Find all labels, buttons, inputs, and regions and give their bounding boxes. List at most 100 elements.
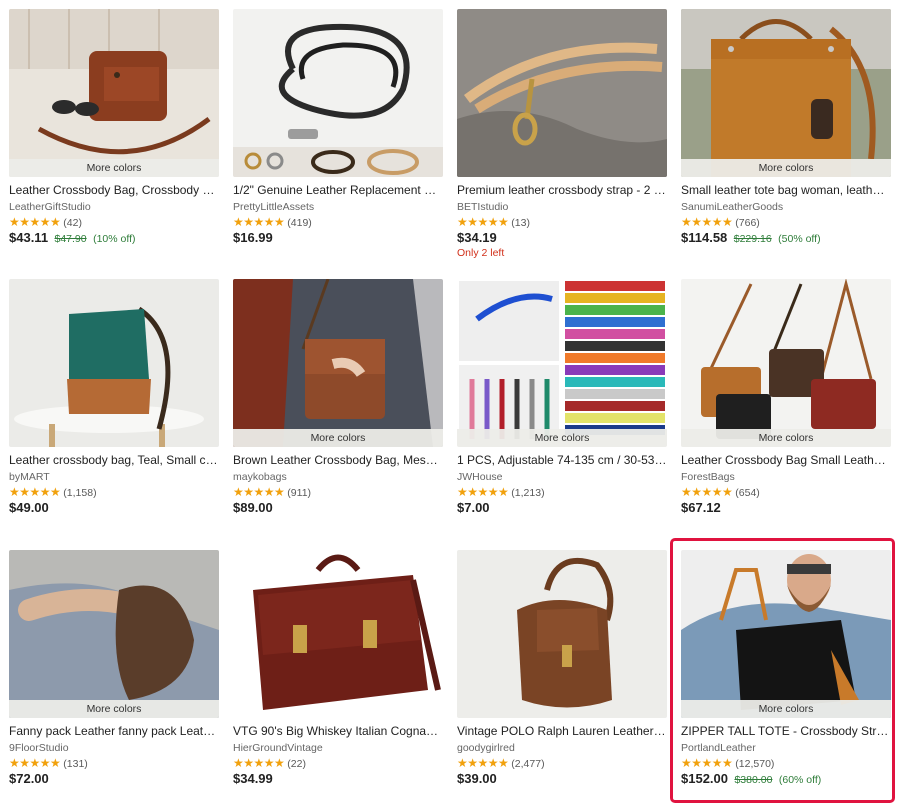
star-rating-icon: ★★★★★ (233, 485, 285, 499)
listing-card[interactable]: More colors Leather Crossbody Bag, Cross… (9, 9, 219, 246)
listing-image[interactable]: More colors (681, 279, 891, 447)
star-rating-icon: ★★★★★ (233, 756, 285, 770)
listing-image[interactable] (9, 279, 219, 447)
listing-title[interactable]: Premium leather crossbody strap - 2 si..… (457, 183, 667, 198)
discount-label: (10% off) (93, 233, 136, 245)
listing-card[interactable]: 1/2" Genuine Leather Replacement Str... … (233, 9, 443, 246)
shop-name: byMART (9, 471, 50, 483)
review-count: (131) (63, 758, 88, 770)
rating-row: ★★★★★ (12,570) (681, 756, 891, 770)
rating-row: ★★★★★ (1,158) (9, 485, 219, 499)
star-rating-icon: ★★★★★ (457, 756, 509, 770)
review-count: (2,477) (511, 758, 545, 770)
listing-image[interactable]: More colors (681, 9, 891, 177)
shop-name: HierGroundVintage (233, 742, 323, 754)
shop-name: ForestBags (681, 471, 735, 483)
price-row: $34.19 (457, 230, 667, 246)
listing-title[interactable]: Small leather tote bag woman, leather ..… (681, 183, 891, 198)
original-price: $380.00 (734, 774, 773, 786)
star-rating-icon: ★★★★★ (681, 485, 733, 499)
listing-image[interactable] (457, 9, 667, 177)
listing-card[interactable]: VTG 90's Big Whiskey Italian Cognac L...… (233, 550, 443, 787)
review-count: (766) (735, 217, 760, 229)
sale-price: $43.11 (9, 230, 49, 245)
listing-image[interactable]: More colors (9, 9, 219, 177)
listing-title[interactable]: Fanny pack Leather fanny pack Leathe... (9, 724, 219, 739)
listing-image[interactable]: More colors (457, 279, 667, 447)
listing-image[interactable]: More colors (233, 279, 443, 447)
listing-title[interactable]: Leather Crossbody Bag Small Leather ... (681, 453, 891, 468)
shop-name: PrettyLittleAssets (233, 201, 315, 213)
shop-name: BETIstudio (457, 201, 509, 213)
listing-card[interactable]: More colors 1 PCS, Adjustable 74-135 cm … (457, 279, 667, 516)
listing-image[interactable] (457, 550, 667, 718)
strap-collage-photo (457, 279, 667, 447)
listing-card[interactable]: More colors Small leather tote bag woman… (681, 9, 891, 246)
star-rating-icon: ★★★★★ (233, 215, 285, 229)
shop-name: SanumiLeatherGoods (681, 201, 784, 213)
bag-photo (233, 279, 443, 447)
sale-price: $89.00 (233, 500, 273, 515)
sale-price: $72.00 (9, 771, 49, 786)
price-row: $16.99 (233, 230, 443, 246)
listing-image[interactable]: More colors (9, 550, 219, 718)
listing-title[interactable]: ZIPPER TALL TOTE - Crossbody Strap - ... (681, 724, 891, 739)
review-count: (911) (287, 487, 312, 499)
listing-card[interactable]: More colors Leather Crossbody Bag Small … (681, 279, 891, 516)
shop-name: PortlandLeather (681, 742, 756, 754)
listing-card[interactable]: More colors Fanny pack Leather fanny pac… (9, 550, 219, 787)
stock-warning: Only 2 left (457, 247, 505, 259)
rating-row: ★★★★★ (2,477) (457, 756, 667, 770)
more-colors-label: More colors (9, 159, 219, 177)
more-colors-label: More colors (457, 429, 667, 447)
review-count: (42) (63, 217, 82, 229)
messenger-bag-photo (233, 550, 443, 718)
sale-price: $49.00 (9, 500, 49, 515)
rating-row: ★★★★★ (1,213) (457, 485, 667, 499)
listing-title[interactable]: VTG 90's Big Whiskey Italian Cognac L... (233, 724, 443, 739)
star-rating-icon: ★★★★★ (681, 756, 733, 770)
more-colors-label: More colors (9, 700, 219, 718)
listing-title[interactable]: Leather Crossbody Bag, Crossbody Ba... (9, 183, 219, 198)
listing-image[interactable] (233, 9, 443, 177)
listing-title[interactable]: Brown Leather Crossbody Bag, Messe... (233, 453, 443, 468)
price-row: $114.58 $229.16 (50% off) (681, 230, 891, 246)
rating-row: ★★★★★ (22) (233, 756, 443, 770)
review-count: (654) (735, 487, 760, 499)
sale-price: $39.00 (457, 771, 497, 786)
listing-card[interactable]: Leather crossbody bag, Teal, Small cro..… (9, 279, 219, 516)
listing-title[interactable]: 1/2" Genuine Leather Replacement Str... (233, 183, 443, 198)
review-count: (22) (287, 758, 306, 770)
listing-image[interactable] (233, 550, 443, 718)
listing-card[interactable]: Premium leather crossbody strap - 2 si..… (457, 9, 667, 260)
sale-price: $34.19 (457, 230, 497, 245)
sale-price: $34.99 (233, 771, 273, 786)
shop-name: 9FloorStudio (9, 742, 69, 754)
bag-photo (681, 9, 891, 177)
sale-price: $114.58 (681, 230, 728, 245)
shop-name: maykobags (233, 471, 287, 483)
price-row: $152.00 $380.00 (60% off) (681, 771, 891, 787)
review-count: (1,213) (511, 487, 545, 499)
more-colors-label: More colors (233, 429, 443, 447)
fanny-pack-photo (9, 550, 219, 718)
listing-card[interactable]: Vintage POLO Ralph Lauren Leather Cr... … (457, 550, 667, 787)
bag-photo (9, 9, 219, 177)
listing-image[interactable]: More colors (681, 550, 891, 718)
rating-row: ★★★★★ (131) (9, 756, 219, 770)
price-row: $49.00 (9, 500, 219, 516)
discount-label: (50% off) (778, 233, 821, 245)
listing-title[interactable]: Leather crossbody bag, Teal, Small cro..… (9, 453, 219, 468)
bag-photo (681, 279, 891, 447)
listing-title[interactable]: Vintage POLO Ralph Lauren Leather Cr... (457, 724, 667, 739)
listing-card[interactable]: More colors ZIPPER TALL TOTE - Crossbody… (681, 550, 891, 787)
review-count: (13) (511, 217, 530, 229)
more-colors-label: More colors (681, 429, 891, 447)
shop-name: JWHouse (457, 471, 503, 483)
rating-row: ★★★★★ (13) (457, 215, 667, 229)
price-row: $72.00 (9, 771, 219, 787)
listing-card[interactable]: More colors Brown Leather Crossbody Bag,… (233, 279, 443, 516)
sale-price: $16.99 (233, 230, 273, 245)
listing-title[interactable]: 1 PCS, Adjustable 74-135 cm / 30-53 in..… (457, 453, 667, 468)
strap-photo (457, 9, 667, 177)
